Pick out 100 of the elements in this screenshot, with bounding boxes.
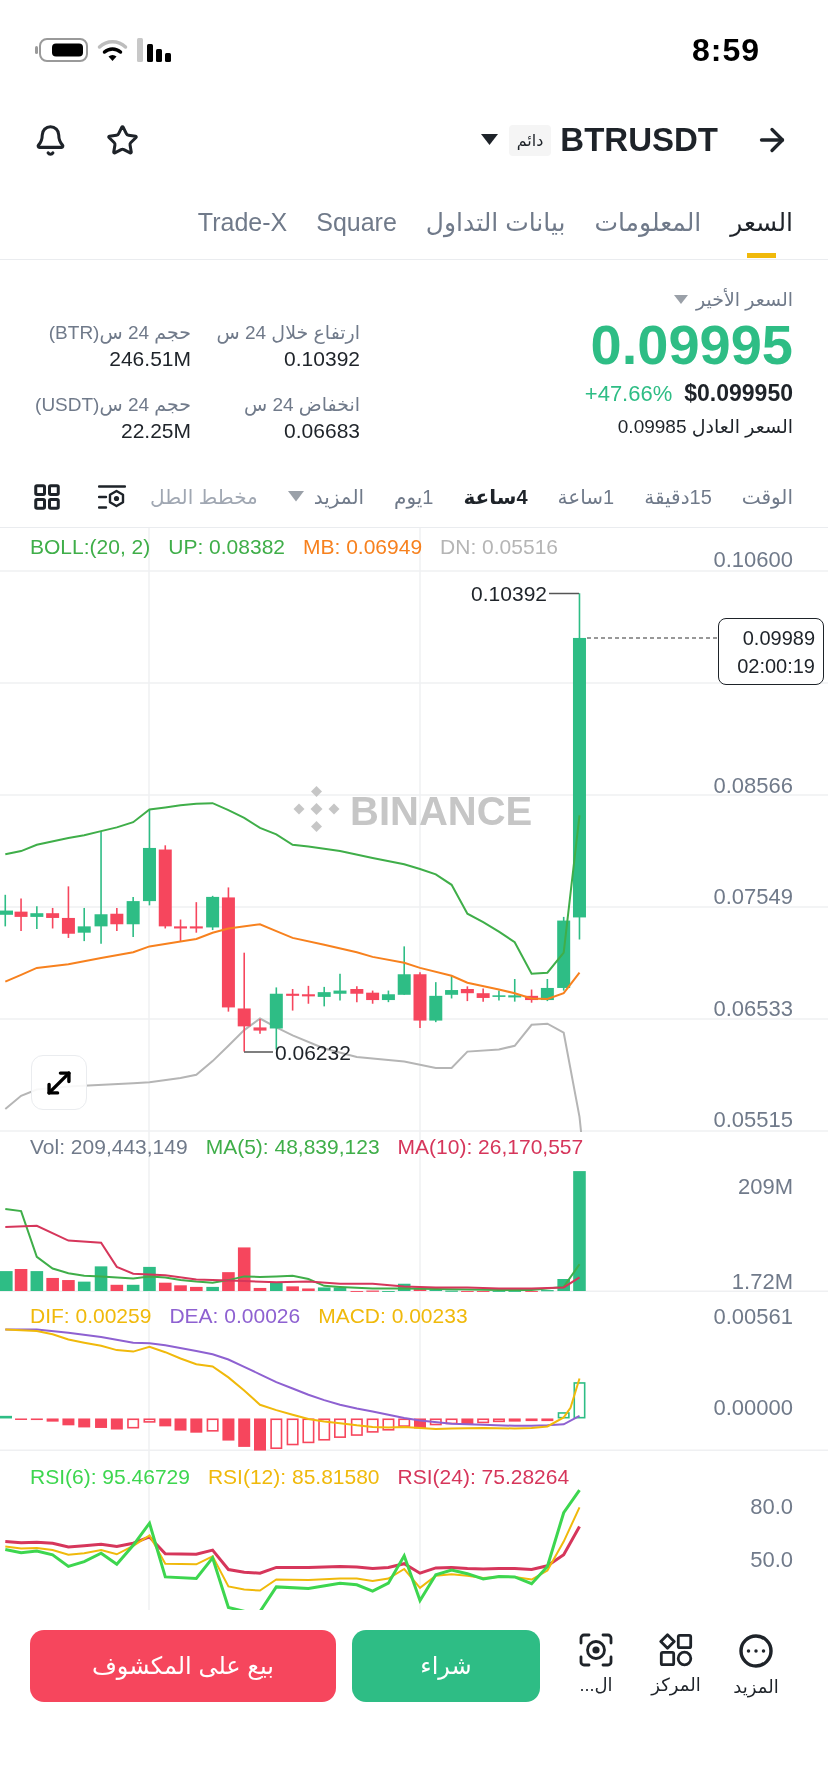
interval-tab[interactable]: 15دقيقة	[644, 484, 712, 509]
volume-bar	[0, 1271, 13, 1291]
more-dropdown[interactable]: المزيد	[287, 484, 365, 509]
price-tag-value: 0.09989	[742, 625, 815, 651]
rsi-axis-label: 50.0	[750, 1546, 793, 1572]
price-axis-label: 0.06533	[713, 995, 793, 1021]
star-icon[interactable]	[106, 123, 139, 157]
macd-bar	[238, 1418, 251, 1447]
volume-bar	[333, 1287, 347, 1291]
legend-text: Vol: 209,443,149	[30, 1135, 188, 1159]
interval-tab[interactable]: 1يوم	[394, 484, 434, 509]
signal-icon	[137, 38, 173, 62]
caret-down-icon[interactable]	[480, 134, 498, 146]
volume-bar	[77, 1281, 91, 1291]
volume-bar	[158, 1282, 172, 1291]
macd-bar	[557, 1412, 570, 1419]
macd-bar	[222, 1418, 235, 1441]
candle	[14, 897, 28, 932]
low-price-label: 0.06232	[275, 1040, 351, 1064]
sell-button[interactable]: بيع على المكشوف	[30, 1630, 336, 1702]
price-type-dropdown[interactable]: السعر الأخير	[673, 286, 793, 314]
leader-line	[243, 1051, 274, 1053]
stat-value: 0.06683	[284, 418, 360, 444]
macd-bar	[78, 1418, 91, 1428]
macd-bar	[174, 1418, 187, 1431]
candle	[126, 896, 140, 938]
macd-bar	[46, 1418, 59, 1422]
volume-bar	[110, 1284, 124, 1291]
tab[interactable]: السعر	[730, 204, 793, 259]
macd-bar	[286, 1418, 299, 1446]
candle	[476, 987, 490, 1003]
volume-bar	[190, 1286, 203, 1291]
candle	[286, 988, 300, 1012]
interval-tab[interactable]: 4ساعة	[463, 484, 528, 509]
legend-text: MACD: 0.00233	[318, 1304, 468, 1328]
wifi-icon	[97, 38, 128, 62]
macd-bar	[508, 1418, 521, 1422]
macd-axis-label: 0.00561	[713, 1303, 793, 1329]
candle	[110, 907, 124, 932]
macd-bar	[477, 1418, 490, 1424]
tab[interactable]: المعلومات	[594, 204, 702, 259]
candle	[301, 985, 315, 1005]
macd-bar	[143, 1418, 156, 1423]
caret-down-icon	[287, 491, 304, 502]
legend-text: RSI(24): 75.28264	[397, 1465, 570, 1489]
stat-value: 22.25M	[120, 418, 191, 444]
action-button[interactable]: ال...	[561, 1630, 631, 1698]
shapes-icon	[659, 1633, 693, 1667]
rsi-axis-label: 80.0	[750, 1493, 793, 1519]
tab[interactable]: Trade-X	[197, 204, 288, 259]
stat-label: انخفاض 24 س	[243, 393, 360, 418]
volume-bar	[237, 1247, 251, 1291]
legend-text: RSI(6): 95.46729	[30, 1465, 190, 1489]
stat-value: 0.10392	[284, 346, 360, 372]
macd-bar	[206, 1418, 219, 1432]
volume-bar	[126, 1284, 140, 1291]
battery-icon	[35, 38, 88, 62]
tab[interactable]: بيانات التداول	[425, 204, 566, 259]
action-button[interactable]: المزيد	[721, 1630, 791, 1698]
legend-text: DN: 0.05516	[440, 535, 558, 559]
buy-button[interactable]: شراء	[352, 1630, 540, 1702]
action-button[interactable]: المركز	[641, 1630, 711, 1698]
settings-icon[interactable]	[98, 483, 126, 510]
symbol-title: BTRUSDT	[560, 121, 718, 159]
macd-bar	[492, 1418, 505, 1423]
legend-text: RSI(12): 85.81580	[207, 1465, 380, 1489]
macd-bar	[461, 1418, 474, 1425]
more-icon	[738, 1633, 774, 1669]
candle	[77, 907, 91, 942]
tab[interactable]: Square	[316, 204, 397, 259]
legend-text: MA(10): 26,170,557	[397, 1135, 584, 1159]
interval-label: الوقت	[741, 484, 793, 509]
bell-icon[interactable]	[34, 123, 67, 157]
volume-bar	[14, 1269, 28, 1291]
countdown-text: 02:00:19	[737, 653, 815, 679]
chart-tab[interactable]: مخطط الطل	[150, 484, 258, 509]
macd-bar	[190, 1418, 203, 1433]
macd-bar	[398, 1418, 411, 1427]
candle	[189, 901, 203, 934]
macd-bar	[334, 1418, 346, 1438]
legend-text: DEA: 0.00026	[169, 1304, 301, 1328]
expand-button[interactable]	[31, 1055, 87, 1110]
macd-bar	[429, 1418, 442, 1426]
volume-bar	[270, 1282, 283, 1291]
candle	[413, 971, 427, 1029]
watermark-text: BINANCE	[350, 789, 533, 833]
volume-bar	[413, 1287, 427, 1291]
macd-bar	[541, 1418, 554, 1422]
macd-bar	[110, 1418, 123, 1430]
macd-axis-label: 0.00000	[713, 1394, 793, 1420]
volume-bar	[317, 1287, 331, 1291]
macd-bar	[62, 1418, 75, 1426]
price-axis-label: 0.05515	[713, 1106, 793, 1132]
macd-bar	[573, 1382, 586, 1419]
volume-bar	[94, 1266, 108, 1291]
interval-tab[interactable]: 1ساعة	[557, 484, 615, 509]
candle	[381, 989, 395, 1003]
grid-icon[interactable]	[32, 481, 62, 512]
last-price: 0.09995	[590, 314, 793, 376]
price-axis-label: 0.07549	[713, 883, 793, 909]
